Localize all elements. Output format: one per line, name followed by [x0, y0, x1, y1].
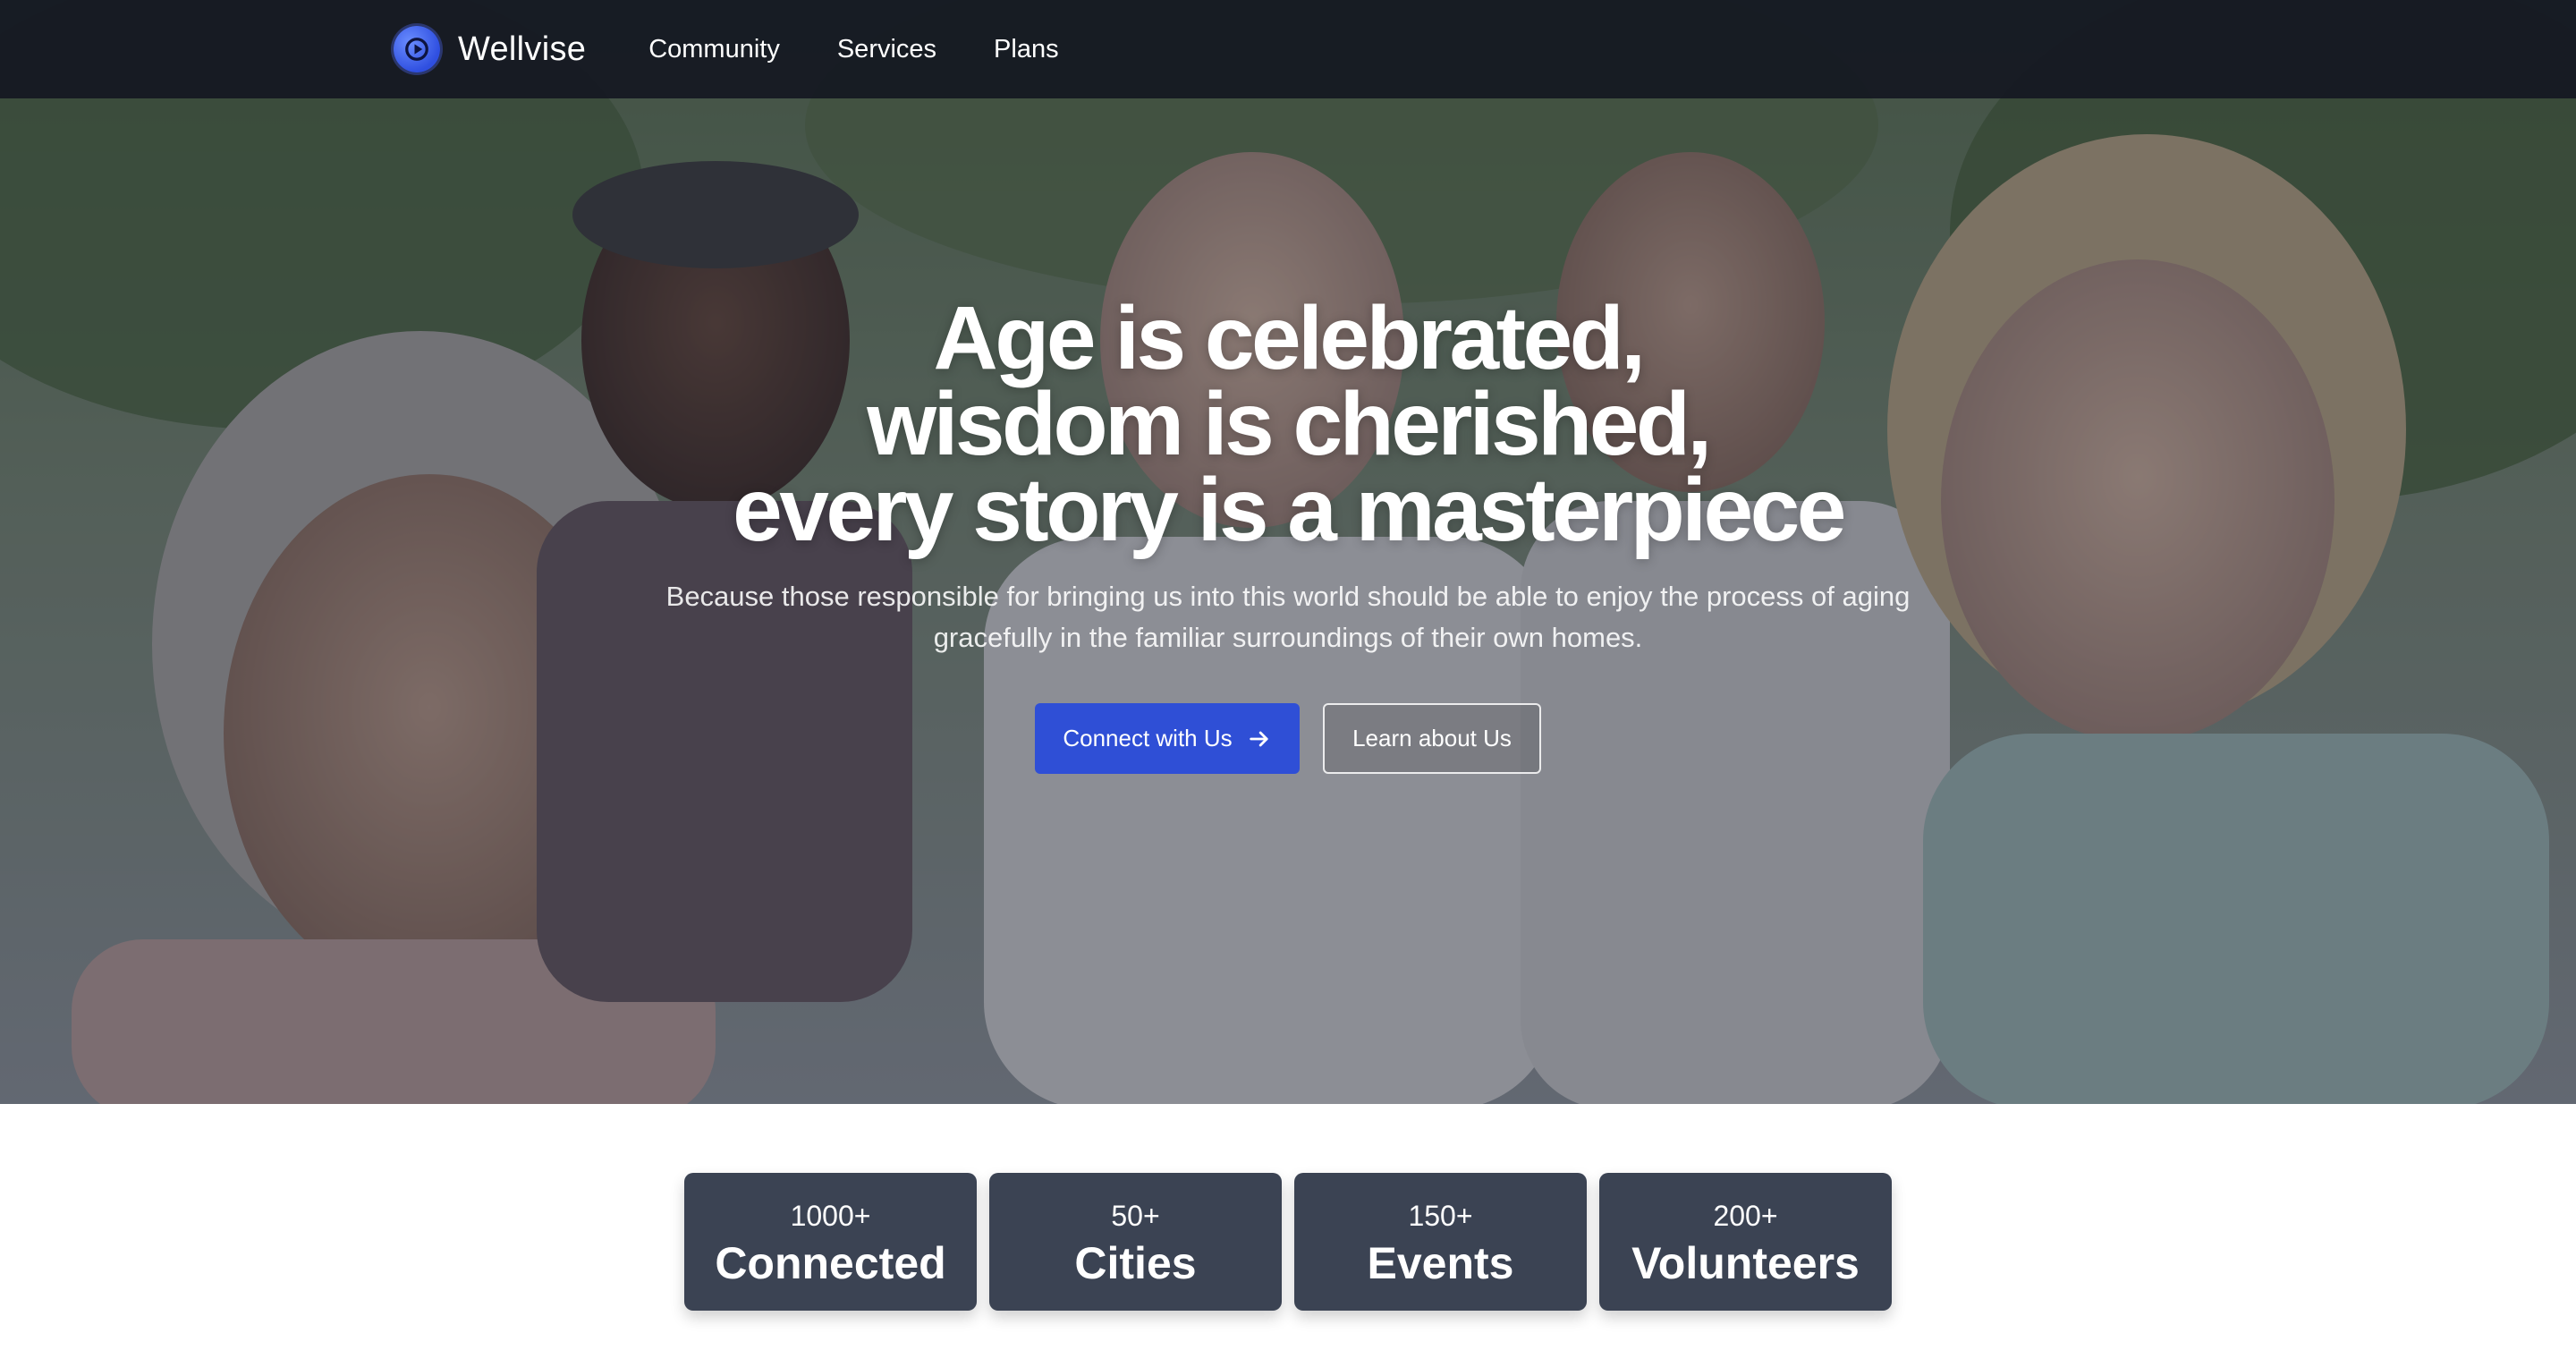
stat-number: 50+ [1111, 1200, 1160, 1232]
learn-about-us-button[interactable]: Learn about Us [1323, 703, 1541, 774]
hero-headline: Age is celebrated, wisdom is cherished, … [0, 288, 2576, 560]
headline-line-2: wisdom is cherished, [867, 374, 1712, 474]
brand-name: Wellvise [458, 30, 587, 68]
top-navbar: Wellvise Community Services Plans [0, 0, 2576, 98]
hero-content: Age is celebrated, wisdom is cherished, … [0, 288, 2576, 774]
connect-with-us-button[interactable]: Connect with Us [1035, 703, 1300, 774]
connect-button-label: Connect with Us [1063, 725, 1233, 751]
headline-line-3: every story is a masterpiece [733, 460, 1846, 560]
play-circle-icon [394, 26, 440, 72]
brand-link[interactable]: Wellvise [394, 26, 586, 72]
hero-subtext: Because those responsible for bringing u… [665, 581, 1911, 653]
stat-card-events: 150+ Events [1294, 1173, 1587, 1311]
stat-card-connected: 1000+ Connected [684, 1173, 977, 1311]
stat-label: Events [1367, 1238, 1514, 1288]
nav-link-services[interactable]: Services [837, 35, 936, 64]
stat-card-volunteers: 200+ Volunteers [1599, 1173, 1892, 1311]
stat-label: Cities [1074, 1238, 1197, 1288]
stat-label: Volunteers [1631, 1238, 1860, 1288]
learn-button-label: Learn about Us [1352, 725, 1512, 751]
headline-line-1: Age is celebrated, [933, 288, 1646, 388]
stats-section: 1000+ Connected 50+ Cities 150+ Events 2… [0, 1173, 2576, 1311]
stat-number: 150+ [1408, 1200, 1473, 1232]
stat-number: 1000+ [790, 1200, 871, 1232]
nav-link-community[interactable]: Community [648, 35, 780, 64]
stat-number: 200+ [1713, 1200, 1778, 1232]
stat-card-cities: 50+ Cities [989, 1173, 1282, 1311]
cta-row: Connect with Us Learn about Us [0, 703, 2576, 774]
stat-label: Connected [715, 1238, 946, 1288]
arrow-right-icon [1249, 731, 1268, 746]
nav-link-plans[interactable]: Plans [994, 35, 1059, 64]
hero-section: Age is celebrated, wisdom is cherished, … [0, 0, 2576, 1104]
